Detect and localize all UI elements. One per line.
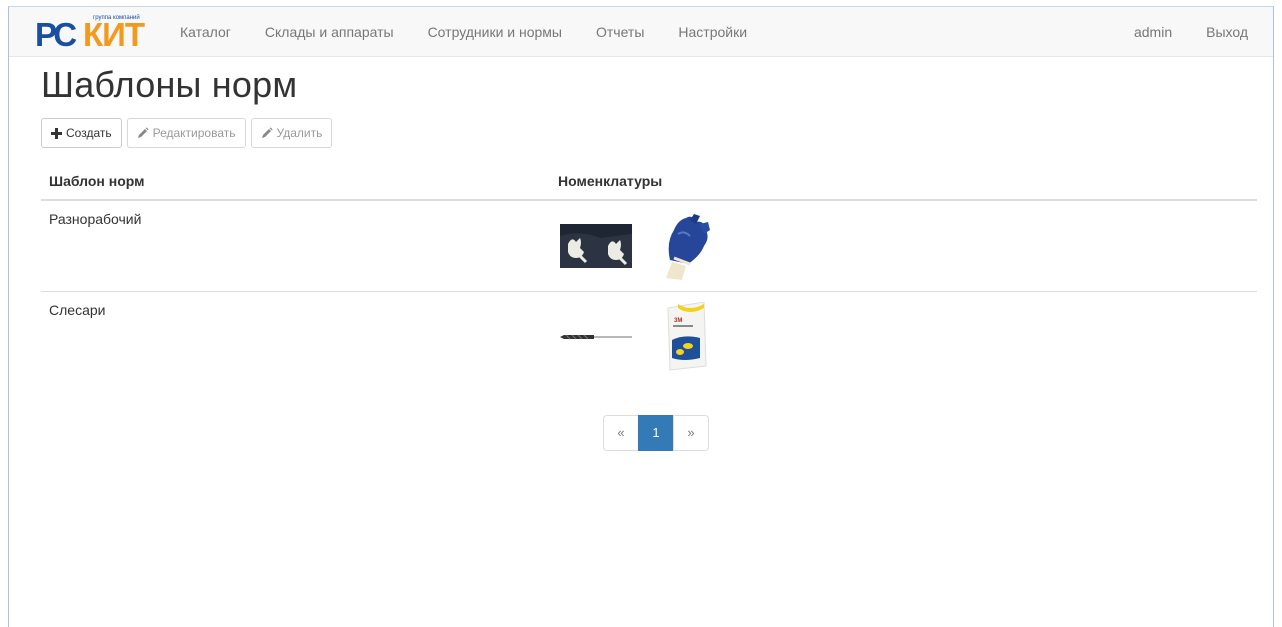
top-navbar: группа компаний РС КИТ Каталог Склады и … — [9, 7, 1273, 57]
white-gloves-image — [560, 211, 632, 281]
nav-reports[interactable]: Отчеты — [579, 7, 661, 57]
plus-icon — [51, 127, 62, 139]
toolbar: Создать Редактировать Удалить — [41, 118, 333, 148]
edit-button[interactable]: Редактировать — [126, 118, 246, 148]
brand-logo[interactable]: группа компаний РС КИТ — [35, 12, 161, 53]
header-template: Шаблон норм — [41, 164, 550, 201]
nav-warehouses[interactable]: Склады и аппараты — [248, 7, 411, 57]
nav-catalog[interactable]: Каталог — [163, 7, 248, 57]
pagination: « 1 » — [603, 415, 709, 451]
page-title: Шаблоны норм — [41, 64, 298, 105]
nav-logout[interactable]: Выход — [1189, 7, 1265, 57]
pencil-icon — [137, 127, 149, 138]
svg-text:3M: 3M — [674, 318, 682, 324]
row-nomenclature-cell — [550, 200, 1257, 292]
table-row[interactable]: Разнорабочий — [41, 200, 1257, 292]
nav-settings[interactable]: Настройки — [661, 7, 764, 57]
nav-employees[interactable]: Сотрудники и нормы — [411, 7, 579, 57]
main-nav: Каталог Склады и аппараты Сотрудники и н… — [163, 7, 764, 57]
pencil-icon — [261, 127, 273, 138]
header-nomenclature: Номенклатуры — [550, 164, 1257, 201]
pagination-prev[interactable]: « — [603, 415, 639, 451]
delete-button[interactable]: Удалить — [250, 118, 333, 148]
create-button[interactable]: Создать — [41, 118, 122, 148]
row-template-name: Слесари — [41, 291, 550, 382]
earplugs-pack-image: 3M — [650, 302, 722, 372]
user-nav: admin Выход — [1117, 7, 1265, 57]
blue-coated-gloves-image — [650, 211, 722, 281]
table-row[interactable]: Слесари 3M — [41, 291, 1257, 382]
drill-bit-image — [560, 302, 632, 372]
delete-button-label: Удалить — [276, 126, 323, 140]
row-nomenclature-cell: 3M — [550, 291, 1257, 382]
norms-table: Шаблон норм Номенклатуры Разнорабочий Сл… — [41, 164, 1257, 382]
pagination-next[interactable]: » — [673, 415, 709, 451]
row-template-name: Разнорабочий — [49, 211, 142, 227]
nav-user[interactable]: admin — [1117, 7, 1189, 57]
app-window: группа компаний РС КИТ Каталог Склады и … — [8, 6, 1274, 627]
svg-text:КИТ: КИТ — [83, 16, 145, 50]
svg-text:РС: РС — [35, 16, 76, 50]
pagination-page-1[interactable]: 1 — [638, 415, 674, 451]
edit-button-label: Редактировать — [152, 126, 236, 140]
table-header-row: Шаблон норм Номенклатуры — [41, 164, 1257, 201]
create-button-label: Создать — [66, 126, 112, 140]
